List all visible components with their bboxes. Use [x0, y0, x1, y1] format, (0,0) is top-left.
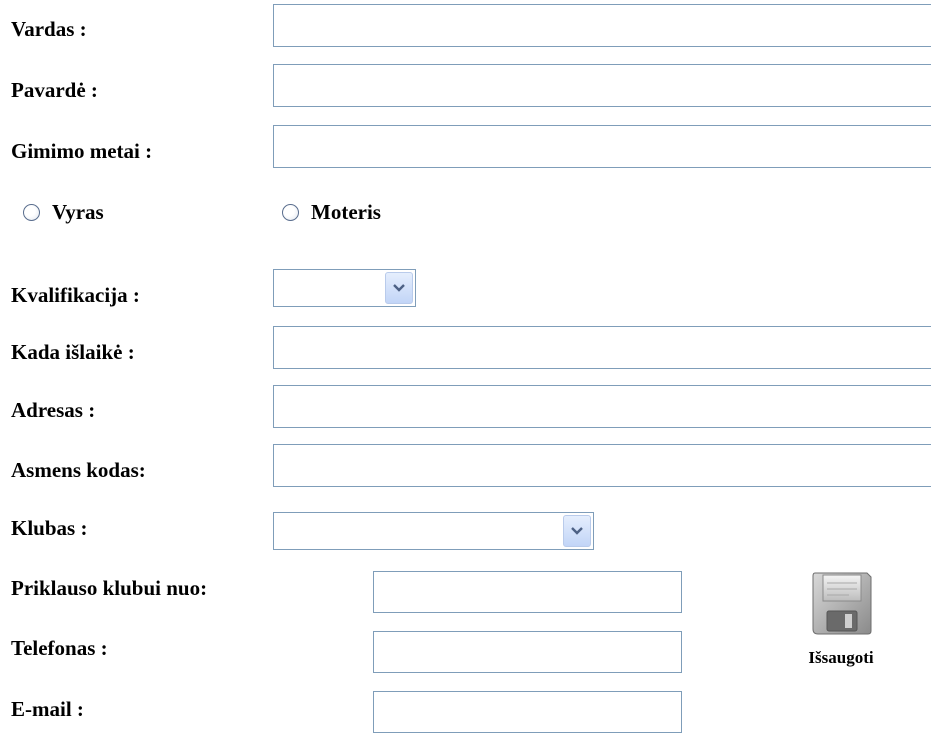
vyras-label: Vyras [52, 200, 104, 224]
klubas-select[interactable] [273, 512, 594, 550]
kvalifikacija-select[interactable] [273, 269, 416, 307]
klubas-label: Klubas : [11, 516, 88, 540]
moteris-radio[interactable] [282, 203, 299, 221]
pavarde-input[interactable] [273, 64, 931, 107]
kada-islaike-input[interactable] [273, 326, 931, 369]
gimimo-metai-input[interactable] [273, 125, 931, 168]
vardas-label: Vardas : [11, 17, 87, 41]
telefonas-label: Telefonas : [11, 636, 108, 660]
kada-islaike-label: Kada išlaikė : [11, 340, 135, 364]
adresas-input[interactable] [273, 385, 931, 428]
kvalifikacija-label: Kvalifikacija : [11, 283, 140, 307]
save-button[interactable]: Išsaugoti [793, 570, 903, 674]
pavarde-label: Pavardė : [11, 78, 98, 102]
gender-option-moteris[interactable]: Moteris [282, 200, 381, 224]
gender-option-vyras[interactable]: Vyras [23, 200, 104, 224]
chevron-down-icon[interactable] [563, 515, 591, 547]
chevron-down-icon[interactable] [385, 272, 413, 304]
asmens-kodas-label: Asmens kodas: [11, 458, 146, 482]
floppy-disk-icon [809, 571, 873, 642]
adresas-label: Adresas : [11, 398, 96, 422]
moteris-label: Moteris [311, 200, 381, 224]
vyras-radio[interactable] [23, 203, 40, 221]
asmens-kodas-input[interactable] [273, 444, 931, 487]
email-input[interactable] [373, 691, 682, 733]
telefonas-input[interactable] [373, 631, 682, 673]
save-button-label: Išsaugoti [808, 648, 874, 667]
priklauso-klubui-nuo-input[interactable] [373, 571, 682, 613]
gimimo-metai-label: Gimimo metai : [11, 139, 153, 163]
vardas-input[interactable] [273, 4, 931, 47]
email-label: E-mail : [11, 697, 84, 721]
priklauso-klubui-nuo-label: Priklauso klubui nuo: [11, 576, 208, 600]
